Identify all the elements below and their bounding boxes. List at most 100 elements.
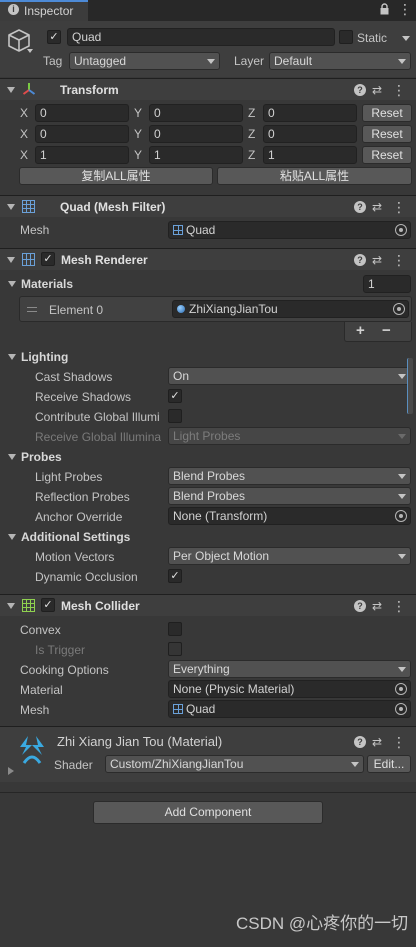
lighting-label: Lighting [21,350,69,364]
position-z-field[interactable]: 0 [263,104,357,122]
rotation-x-field[interactable]: 0 [35,125,129,143]
reflection-probes-dropdown[interactable]: Blend Probes [168,487,411,505]
scale-y-field[interactable]: 1 [149,146,243,164]
position-x-field[interactable]: 0 [35,104,129,122]
materials-count-field[interactable]: 1 [363,275,411,293]
help-icon[interactable]: ? [354,201,366,213]
is-trigger-checkbox [168,642,182,656]
mesh-collider-header[interactable]: ✓ Mesh Collider ? ⇄ ⋮ [0,594,416,616]
light-probes-value: Blend Probes [173,469,246,483]
scale-z-field[interactable]: 1 [263,146,357,164]
convex-checkbox[interactable] [168,622,182,636]
lock-icon[interactable] [380,3,389,15]
material-header-icons: ? ⇄ ⋮ [352,734,408,750]
collider-material-value: None (Physic Material) [173,682,295,696]
add-component-button[interactable]: Add Component [93,801,323,824]
object-name-input[interactable]: Quad [67,28,335,46]
position-y-field[interactable]: 0 [149,104,243,122]
additional-foldout-icon[interactable] [8,534,16,540]
remove-material-button[interactable]: − [382,323,391,339]
transform-header[interactable]: Transform ? ⇄ ⋮ [0,78,416,100]
paste-all-button[interactable]: 粘贴ALL属性 [217,167,412,185]
mesh-filter-mesh-field[interactable]: Quad [168,221,411,239]
mesh-renderer-enabled-checkbox[interactable]: ✓ [41,252,55,266]
drag-handle-icon[interactable] [27,307,37,312]
object-picker-icon[interactable] [393,303,405,315]
element0-field[interactable]: ZhiXiangJianTou [172,300,409,318]
presets-icon[interactable]: ⇄ [372,252,382,268]
material-foldout-icon[interactable] [8,767,14,775]
object-picker-icon[interactable] [395,224,407,236]
add-material-button[interactable]: + [356,323,365,339]
light-probes-dropdown[interactable]: Blend Probes [168,467,411,485]
layer-dropdown[interactable]: Default [269,52,411,70]
tag-dropdown[interactable]: Untagged [69,52,220,70]
more-options-icon[interactable]: ⋮ [392,598,406,614]
presets-icon[interactable]: ⇄ [372,598,382,614]
collider-material-field[interactable]: None (Physic Material) [168,680,411,698]
object-picker-icon[interactable] [395,683,407,695]
reset-scale-button[interactable]: Reset [362,146,412,164]
dynamic-occlusion-checkbox[interactable]: ✓ [168,569,182,583]
foldout-arrow-icon[interactable] [7,87,15,93]
mesh-collider-enabled-checkbox[interactable]: ✓ [41,598,55,612]
help-icon[interactable]: ? [354,84,366,96]
motion-vectors-dropdown[interactable]: Per Object Motion [168,547,411,565]
presets-icon[interactable]: ⇄ [372,199,382,215]
foldout-arrow-icon[interactable] [7,204,15,210]
material-sphere-icon [177,305,185,313]
receive-shadows-checkbox[interactable]: ✓ [168,389,182,403]
scale-x-field[interactable]: 1 [35,146,129,164]
reset-position-button[interactable]: Reset [362,104,412,122]
chevron-down-icon [398,434,406,439]
active-checkbox[interactable]: ✓ [47,30,61,44]
cast-shadows-value: On [173,369,190,383]
cooking-options-dropdown[interactable]: Everything [168,660,411,678]
scrollbar-thumb[interactable] [407,358,413,414]
component-header-icons: ? ⇄ ⋮ [352,199,408,215]
copy-all-button[interactable]: 复制ALL属性 [19,167,213,185]
watermark-text: CSDN @心疼你的一切 [236,914,409,933]
mesh-filter-title: Quad (Mesh Filter) [60,200,166,214]
anchor-override-field[interactable]: None (Transform) [168,507,411,525]
presets-icon[interactable]: ⇄ [372,734,382,750]
foldout-arrow-icon[interactable] [7,257,15,263]
mesh-renderer-icon [22,253,35,266]
mesh-collider-title: Mesh Collider [61,599,140,613]
contribute-gi-checkbox[interactable] [168,409,182,423]
presets-icon[interactable]: ⇄ [372,82,382,98]
more-options-icon[interactable]: ⋮ [392,252,406,268]
receive-shadows-label: Receive Shadows [35,390,132,404]
icon-dropdown-arrow[interactable] [27,49,33,53]
chevron-down-icon [207,59,215,64]
more-options-icon[interactable]: ⋮ [392,734,406,750]
tab-inspector[interactable]: i Inspector [0,0,88,21]
mesh-filter-header[interactable]: Quad (Mesh Filter) ? ⇄ ⋮ [0,195,416,217]
help-icon[interactable]: ? [354,254,366,266]
help-icon[interactable]: ? [354,600,366,612]
shader-dropdown[interactable]: Custom/ZhiXiangJianTou [105,755,364,773]
static-checkbox[interactable] [339,30,353,44]
cast-shadows-dropdown[interactable]: On [168,367,411,385]
object-picker-icon[interactable] [395,510,407,522]
materials-label: Materials [21,277,74,291]
object-picker-icon[interactable] [395,703,407,715]
contribute-gi-label: Contribute Global Illumi [35,410,160,424]
more-options-icon[interactable]: ⋮ [398,1,412,17]
static-dropdown-arrow[interactable] [402,36,410,41]
mesh-renderer-header[interactable]: ✓ Mesh Renderer ? ⇄ ⋮ [0,248,416,270]
help-icon[interactable]: ? [354,736,366,748]
materials-foldout-icon[interactable] [8,281,16,287]
foldout-arrow-icon[interactable] [7,603,15,609]
axis-y-label: Y [134,148,143,162]
rotation-y-field[interactable]: 0 [149,125,243,143]
lighting-foldout-icon[interactable] [8,354,16,360]
collider-mesh-field[interactable]: Quad [168,700,411,718]
shader-edit-button[interactable]: Edit... [367,755,411,773]
rotation-z-field[interactable]: 0 [263,125,357,143]
more-options-icon[interactable]: ⋮ [392,199,406,215]
chevron-down-icon [398,667,406,672]
more-options-icon[interactable]: ⋮ [392,82,406,98]
probes-foldout-icon[interactable] [8,454,16,460]
reset-rotation-button[interactable]: Reset [362,125,412,143]
